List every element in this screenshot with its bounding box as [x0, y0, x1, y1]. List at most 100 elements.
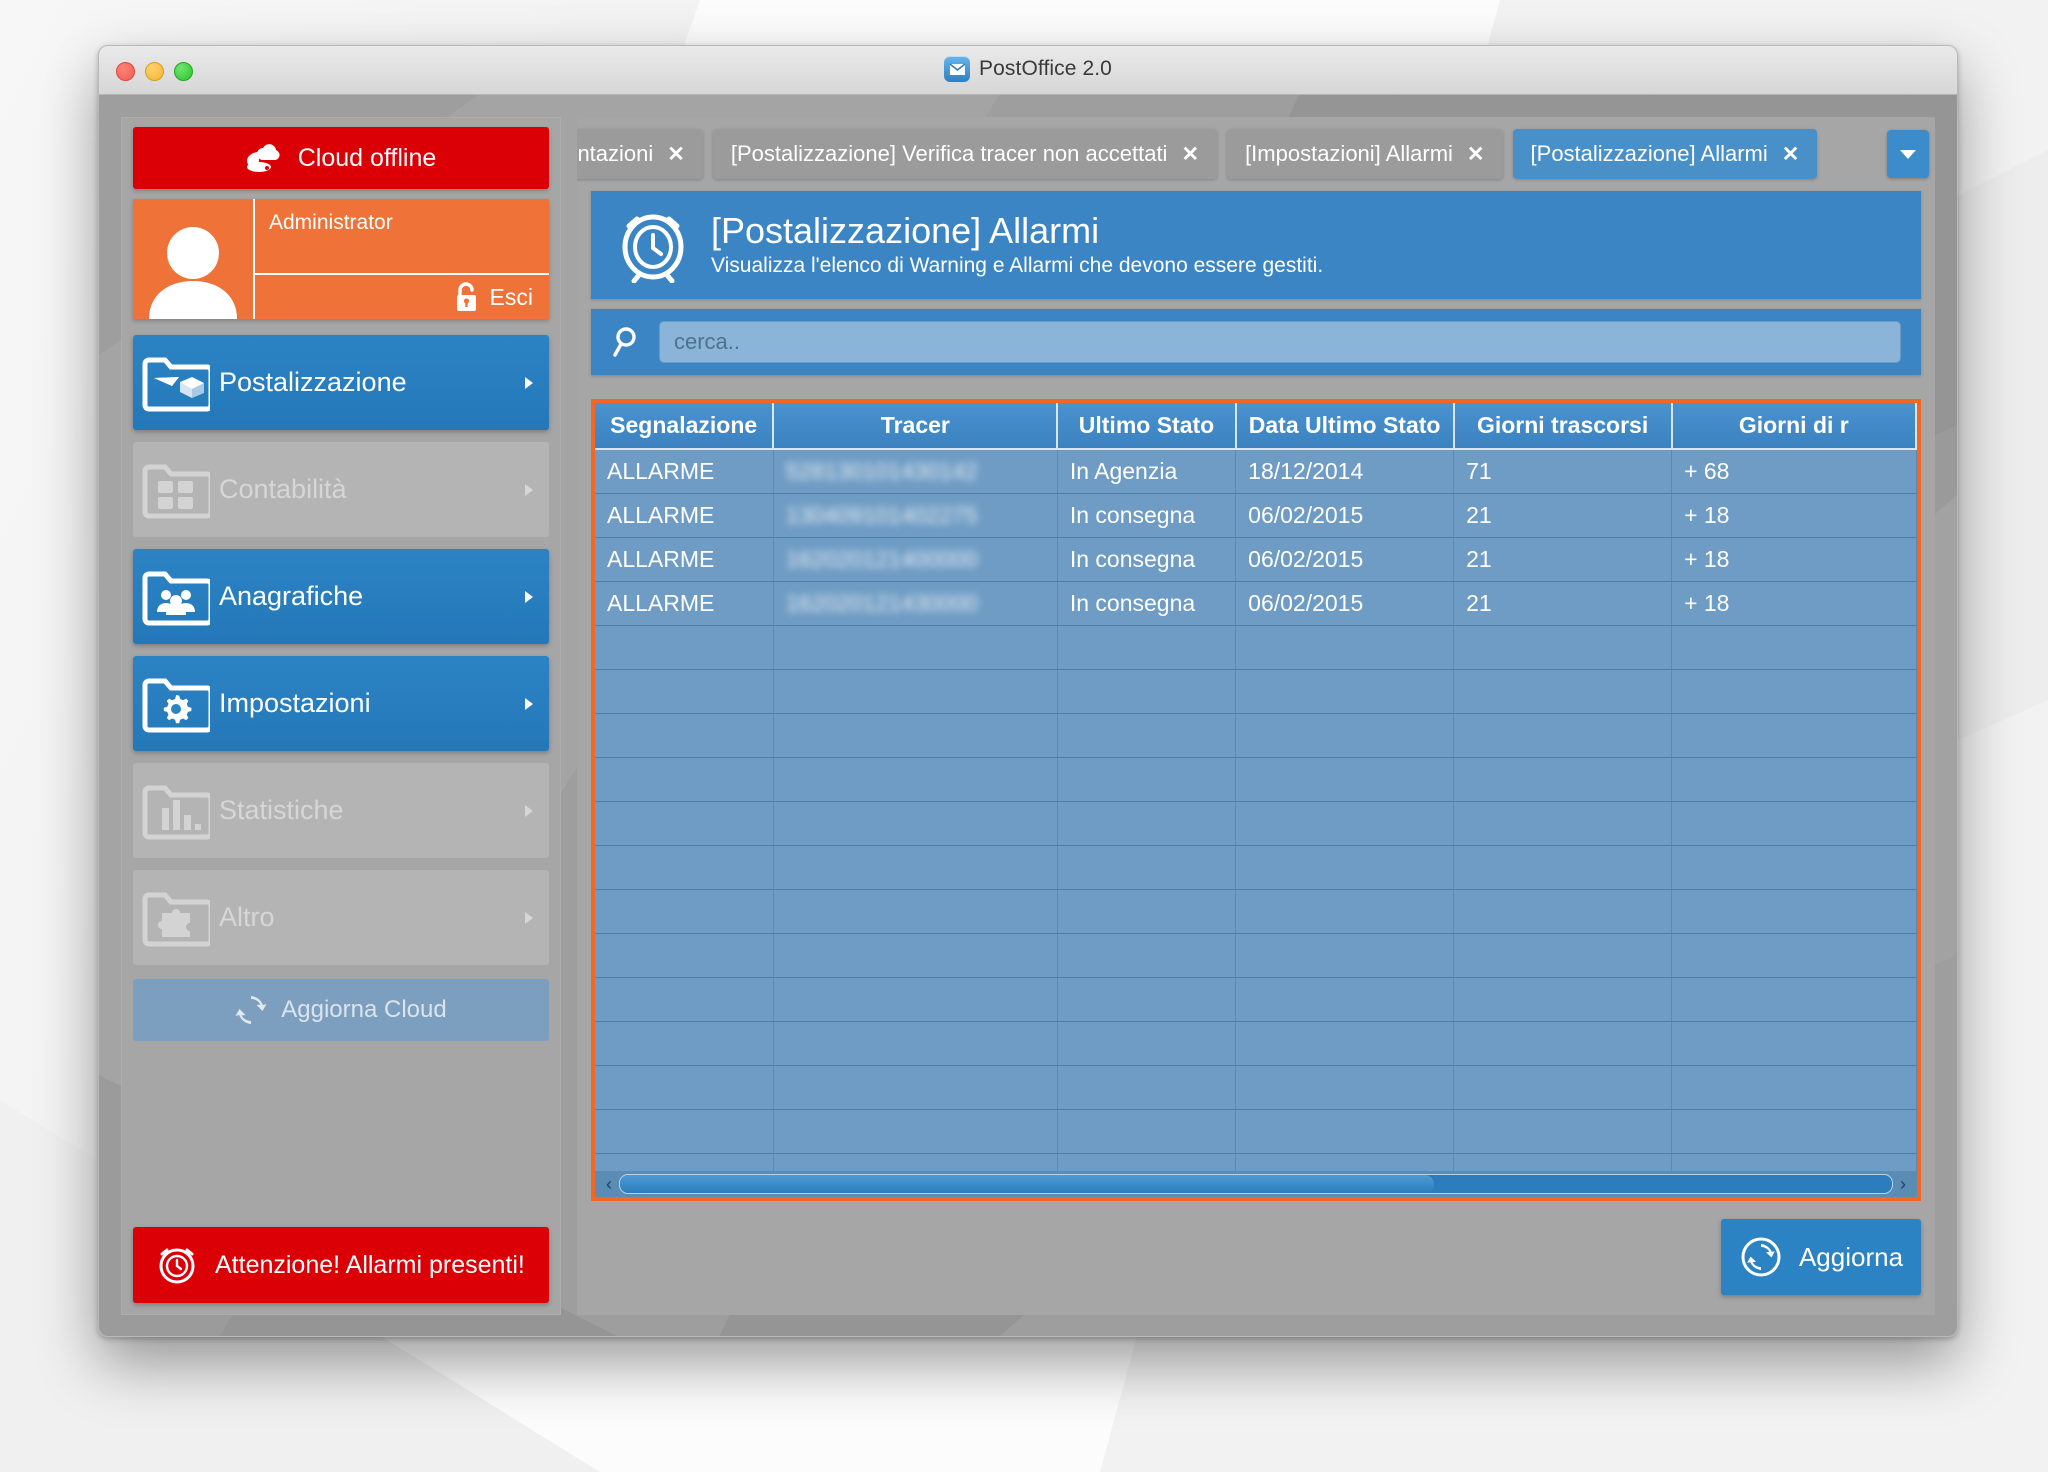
column-header-giorni-trascorsi[interactable]: Giorni trascorsi — [1453, 403, 1673, 450]
cell-empty — [595, 977, 774, 1022]
search-bar — [591, 309, 1921, 375]
cell-empty — [1235, 625, 1455, 670]
cell-empty — [1454, 1197, 1672, 1201]
page-header: [Postalizzazione] Allarmi Visualizza l'e… — [591, 191, 1921, 299]
table-row-empty[interactable] — [595, 845, 1917, 890]
sidebar-item-impostazioni[interactable]: Impostazioni — [133, 656, 549, 751]
table-row-empty[interactable] — [595, 669, 1917, 714]
cell-empty — [1453, 625, 1673, 670]
cell-empty — [1057, 1065, 1237, 1110]
table-row-empty[interactable] — [595, 977, 1917, 1022]
sidebar-item-contabilita[interactable]: Contabilità — [133, 442, 549, 537]
alarm-banner-button[interactable]: Attenzione! Allarmi presenti! — [133, 1227, 549, 1303]
cloud-status-button[interactable]: Cloud offline — [133, 127, 549, 189]
application-window: PostOffice 2.0 Cloud offline Administrat… — [98, 45, 1958, 1337]
horizontal-scrollbar[interactable]: ‹ › — [595, 1171, 1917, 1197]
cell-ultimo-stato: In Agenzia — [1057, 449, 1237, 494]
cell-empty — [1671, 1109, 1917, 1154]
scrollbar-track[interactable] — [619, 1174, 1893, 1194]
cell-empty — [1453, 1109, 1673, 1154]
scroll-right-arrow-icon[interactable]: › — [1893, 1174, 1913, 1195]
cell-empty — [1236, 1197, 1454, 1201]
cell-empty — [773, 1065, 1058, 1110]
tab-label: [Postalizzazione] Allarmi — [1530, 141, 1768, 166]
refresh-button[interactable]: Aggiorna — [1721, 1219, 1921, 1295]
alarm-clock-icon — [617, 207, 689, 283]
main-panel: vimentazioni ✕ [Postalizzazione] Verific… — [577, 117, 1935, 1315]
sidebar-item-statistiche[interactable]: Statistiche — [133, 763, 549, 858]
sidebar-item-label: Contabilità — [219, 474, 347, 504]
cell-empty — [1057, 757, 1237, 802]
close-icon[interactable]: ✕ — [1467, 142, 1485, 167]
scrollbar-thumb[interactable] — [620, 1175, 1435, 1193]
cell-empty — [1235, 713, 1455, 758]
table-row-empty[interactable] — [595, 933, 1917, 978]
table-row-empty[interactable] — [595, 1021, 1917, 1066]
cell-empty — [1235, 1065, 1455, 1110]
table-row-empty[interactable] — [595, 625, 1917, 670]
chevron-right-icon — [509, 696, 549, 712]
update-cloud-button[interactable]: Aggiorna Cloud — [133, 979, 549, 1041]
cell-empty — [1671, 977, 1917, 1022]
column-header-data-ultimo-stato[interactable]: Data Ultimo Stato — [1235, 403, 1455, 450]
cell-empty — [773, 889, 1058, 934]
tab-bar: vimentazioni ✕ [Postalizzazione] Verific… — [577, 117, 1935, 191]
tab-impostazioni-allarmi[interactable]: [Impostazioni] Allarmi ✕ — [1227, 129, 1503, 179]
tab-postalizzazione-allarmi[interactable]: [Postalizzazione] Allarmi ✕ — [1512, 129, 1818, 179]
puzzle-folder-icon — [133, 889, 219, 947]
table-row-empty[interactable] — [595, 757, 1917, 802]
cell-empty — [1235, 669, 1455, 714]
cell-ultimo-stato: In consegna — [1057, 493, 1237, 538]
table-row-empty[interactable] — [595, 889, 1917, 934]
cell-giorni-trascorsi: 21 — [1453, 537, 1673, 582]
alarm-clock-icon — [155, 1243, 199, 1287]
table-row[interactable]: ALLARME 162020121430000 In consegna 06/0… — [595, 581, 1917, 626]
search-input[interactable] — [659, 321, 1901, 363]
cell-empty — [595, 625, 774, 670]
sidebar-item-anagrafiche[interactable]: Anagrafiche — [133, 549, 549, 644]
tab-movimentazioni[interactable]: vimentazioni ✕ — [577, 129, 703, 179]
cell-empty — [1235, 757, 1455, 802]
sidebar-item-label: Statistiche — [219, 795, 344, 825]
cell-tracer: 162020121400000 — [773, 537, 1058, 582]
chevron-right-icon — [509, 910, 549, 926]
scroll-left-arrow-icon[interactable]: ‹ — [599, 1174, 619, 1195]
page-content: [Postalizzazione] Allarmi Visualizza l'e… — [591, 191, 1921, 1301]
refresh-icon — [235, 994, 267, 1026]
table-row-empty[interactable] — [595, 1109, 1917, 1154]
cell-empty — [1235, 933, 1455, 978]
table-row[interactable]: ALLARME 528130101430142 In Agenzia 18/12… — [595, 449, 1917, 494]
logout-button[interactable]: Esci — [255, 275, 549, 319]
sidebar: Cloud offline Administrator Esci Postali… — [121, 117, 561, 1315]
cell-empty — [595, 1021, 774, 1066]
cell-empty — [1453, 933, 1673, 978]
chevron-down-icon[interactable] — [1887, 130, 1929, 178]
cell-empty — [773, 801, 1058, 846]
sidebar-item-postalizzazione[interactable]: Postalizzazione — [133, 335, 549, 430]
column-header-giorni-di-ritardo[interactable]: Giorni di r — [1671, 403, 1917, 450]
cell-giorni-trascorsi: 71 — [1453, 449, 1673, 494]
close-icon[interactable]: ✕ — [667, 142, 685, 167]
column-header-ultimo-stato[interactable]: Ultimo Stato — [1057, 403, 1237, 450]
window-titlebar: PostOffice 2.0 — [99, 46, 1957, 95]
refresh-circle-icon — [1739, 1235, 1783, 1279]
cell-empty — [1671, 713, 1917, 758]
close-icon[interactable]: ✕ — [1782, 142, 1800, 167]
close-icon[interactable]: ✕ — [1181, 142, 1199, 167]
column-header-segnalazione[interactable]: Segnalazione — [595, 403, 775, 450]
table-row-empty[interactable] — [595, 1197, 1916, 1201]
cell-empty — [595, 801, 774, 846]
table-row[interactable]: ALLARME 130409101402275 In consegna 06/0… — [595, 493, 1917, 538]
cell-giorni-di-ritardo: + 18 — [1671, 493, 1917, 538]
logout-label: Esci — [489, 283, 533, 310]
update-cloud-label: Aggiorna Cloud — [281, 996, 447, 1023]
cell-empty — [1057, 1109, 1237, 1154]
table-row-empty[interactable] — [595, 801, 1917, 846]
sidebar-item-altro[interactable]: Altro — [133, 870, 549, 965]
column-header-tracer[interactable]: Tracer — [773, 403, 1059, 450]
table-row[interactable]: ALLARME 162020121400000 In consegna 06/0… — [595, 537, 1917, 582]
cell-ultimo-stato: In consegna — [1057, 581, 1237, 626]
tab-verifica-tracer-non-accettati[interactable]: [Postalizzazione] Verifica tracer non ac… — [712, 129, 1218, 179]
table-row-empty[interactable] — [595, 713, 1917, 758]
table-row-empty[interactable] — [595, 1065, 1917, 1110]
